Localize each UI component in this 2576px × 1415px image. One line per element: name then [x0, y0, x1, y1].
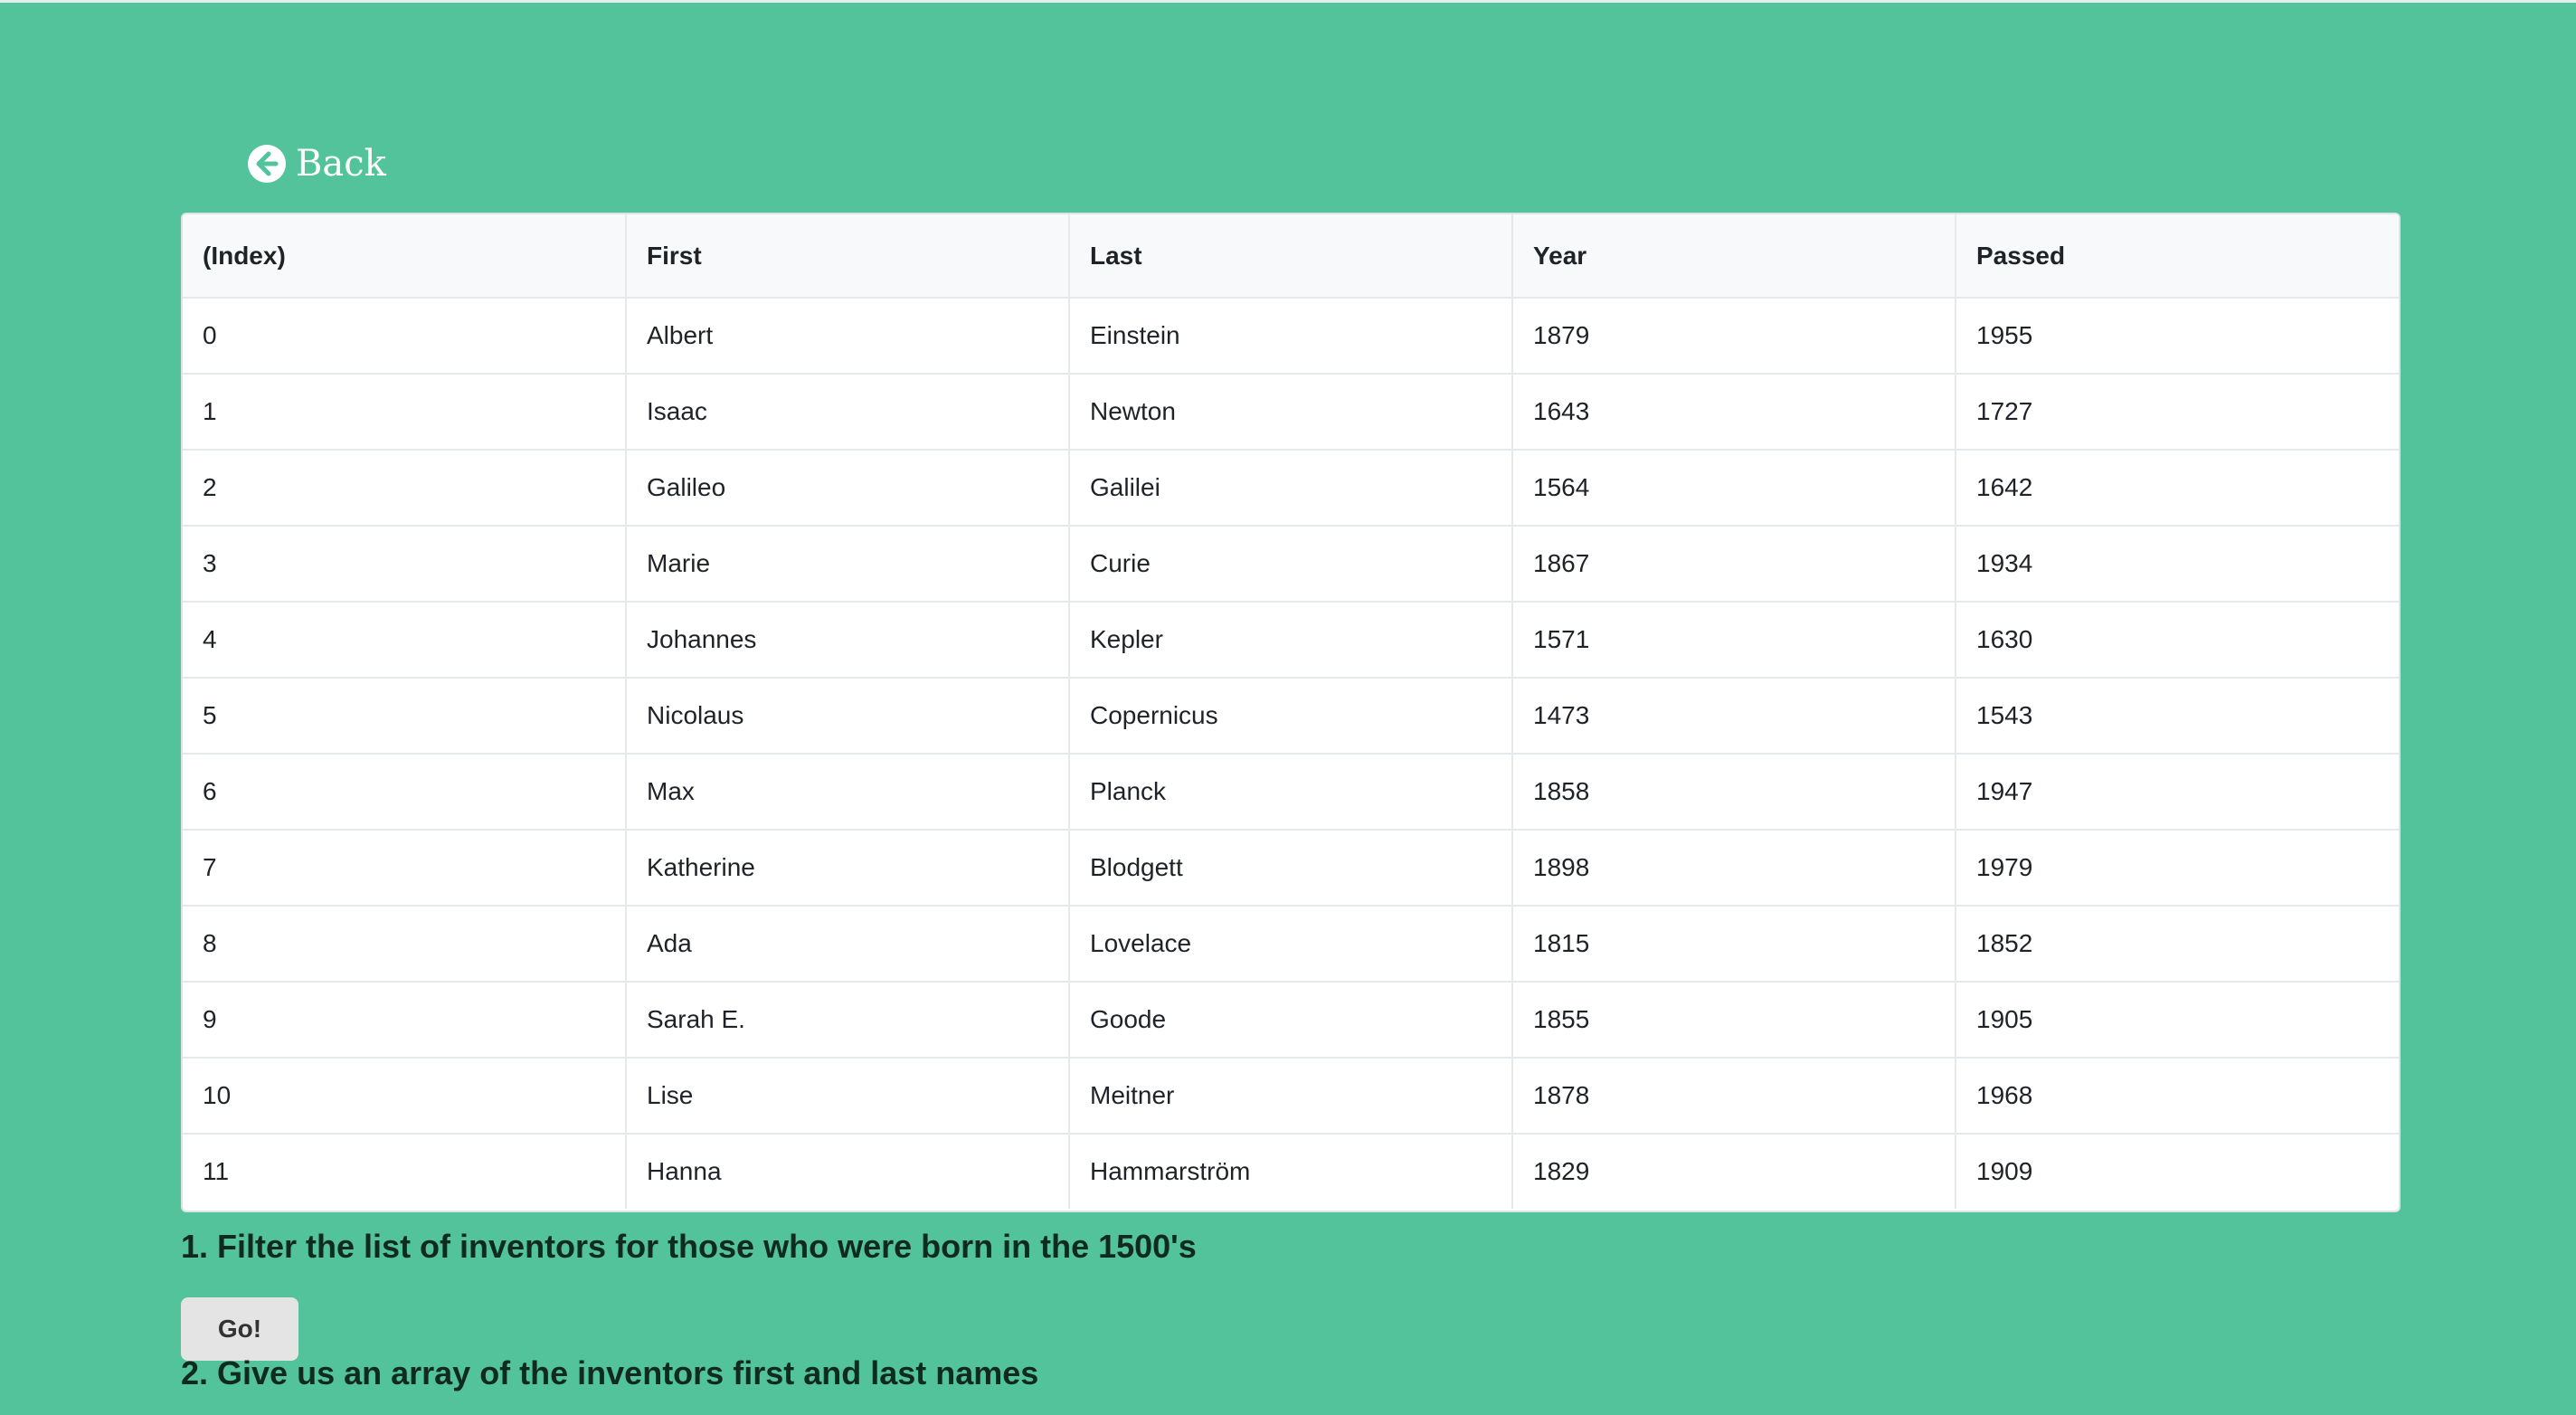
cell-year: 1564 — [1512, 450, 1956, 527]
cell-first: Hanna — [626, 1134, 1070, 1209]
cell-last: Meitner — [1069, 1058, 1513, 1135]
table-row: 7 Katherine Blodgett 1898 1979 — [183, 830, 2399, 907]
cell-first: Sarah E. — [626, 982, 1070, 1059]
cell-index: 0 — [183, 298, 627, 375]
cell-index: 11 — [183, 1134, 627, 1209]
table-header-row: (Index) First Last Year Passed — [183, 214, 2399, 299]
exercise-2-text: 2. Give us an array of the inventors fir… — [181, 1354, 1039, 1391]
cell-last: Kepler — [1069, 602, 1513, 679]
cell-passed: 1630 — [1956, 602, 2399, 679]
cell-index: 10 — [183, 1058, 627, 1135]
cell-index: 1 — [183, 374, 627, 451]
cell-last: Curie — [1069, 526, 1513, 603]
header-index: (Index) — [183, 214, 627, 299]
cell-index: 8 — [183, 906, 627, 983]
cell-first: Max — [626, 754, 1070, 831]
table-row: 4 Johannes Kepler 1571 1630 — [183, 602, 2399, 679]
cell-first: Galileo — [626, 450, 1070, 527]
table-row: 5 Nicolaus Copernicus 1473 1543 — [183, 678, 2399, 755]
cell-last: Lovelace — [1069, 906, 1513, 983]
cell-index: 9 — [183, 982, 627, 1059]
cell-index: 7 — [183, 830, 627, 907]
cell-year: 1815 — [1512, 906, 1956, 983]
table-row: 2 Galileo Galilei 1564 1642 — [183, 450, 2399, 527]
table-row: 3 Marie Curie 1867 1934 — [183, 526, 2399, 603]
cell-year: 1879 — [1512, 298, 1956, 375]
cell-last: Einstein — [1069, 298, 1513, 375]
table-row: 9 Sarah E. Goode 1855 1905 — [183, 982, 2399, 1059]
exercise-1-text: 1. Filter the list of inventors for thos… — [181, 1228, 1197, 1265]
cell-year: 1867 — [1512, 526, 1956, 603]
cell-last: Goode — [1069, 982, 1513, 1059]
top-border — [0, 0, 2576, 3]
table-row: 8 Ada Lovelace 1815 1852 — [183, 906, 2399, 983]
cell-first: Johannes — [626, 602, 1070, 679]
cell-first: Isaac — [626, 374, 1070, 451]
cell-passed: 1642 — [1956, 450, 2399, 527]
table-body: 0 Albert Einstein 1879 1955 1 Isaac Newton 1643 1… — [183, 298, 2399, 1209]
cell-index: 6 — [183, 754, 627, 831]
cell-last: Blodgett — [1069, 830, 1513, 907]
cell-year: 1878 — [1512, 1058, 1956, 1135]
cell-passed: 1852 — [1956, 906, 2399, 983]
cell-passed: 1905 — [1956, 982, 2399, 1059]
cell-passed: 1979 — [1956, 830, 2399, 907]
cell-year: 1473 — [1512, 678, 1956, 755]
cell-passed: 1934 — [1956, 526, 2399, 603]
cell-last: Planck — [1069, 754, 1513, 831]
table-row: 10 Lise Meitner 1878 1968 — [183, 1058, 2399, 1135]
cell-last: Galilei — [1069, 450, 1513, 527]
cell-passed: 1543 — [1956, 678, 2399, 755]
header-last: Last — [1069, 214, 1513, 299]
table-row: 0 Albert Einstein 1879 1955 — [183, 298, 2399, 375]
table-row: 6 Max Planck 1858 1947 — [183, 754, 2399, 831]
cell-index: 2 — [183, 450, 627, 527]
cell-passed: 1947 — [1956, 754, 2399, 831]
header-passed: Passed — [1956, 214, 2399, 299]
cell-year: 1898 — [1512, 830, 1956, 907]
cell-last: Newton — [1069, 374, 1513, 451]
header-year: Year — [1512, 214, 1956, 299]
cell-index: 3 — [183, 526, 627, 603]
header-first: First — [626, 214, 1070, 299]
cell-year: 1643 — [1512, 374, 1956, 451]
go-button[interactable]: Go! — [181, 1297, 298, 1361]
back-link-label: Back — [296, 143, 386, 185]
table-row: 1 Isaac Newton 1643 1727 — [183, 374, 2399, 451]
table-row: 11 Hanna Hammarström 1829 1909 — [183, 1134, 2399, 1209]
inventors-table-container: (Index) First Last Year Passed 0 Albert Ei… — [181, 213, 2401, 1212]
cell-last: Hammarström — [1069, 1134, 1513, 1209]
cell-first: Nicolaus — [626, 678, 1070, 755]
cell-passed: 1968 — [1956, 1058, 2399, 1135]
cell-first: Marie — [626, 526, 1070, 603]
cell-index: 5 — [183, 678, 627, 755]
cell-first: Ada — [626, 906, 1070, 983]
back-link[interactable]: Back — [247, 143, 386, 185]
cell-first: Albert — [626, 298, 1070, 375]
cell-first: Katherine — [626, 830, 1070, 907]
cell-last: Copernicus — [1069, 678, 1513, 755]
cell-passed: 1955 — [1956, 298, 2399, 375]
cell-year: 1829 — [1512, 1134, 1956, 1209]
cell-year: 1571 — [1512, 602, 1956, 679]
cell-first: Lise — [626, 1058, 1070, 1135]
cell-index: 4 — [183, 602, 627, 679]
cell-year: 1855 — [1512, 982, 1956, 1059]
cell-year: 1858 — [1512, 754, 1956, 831]
cell-passed: 1727 — [1956, 374, 2399, 451]
inventors-table: (Index) First Last Year Passed 0 Albert Ei… — [183, 214, 2399, 1209]
cell-passed: 1909 — [1976, 1157, 2033, 1185]
arrow-circle-left-icon — [247, 144, 287, 184]
